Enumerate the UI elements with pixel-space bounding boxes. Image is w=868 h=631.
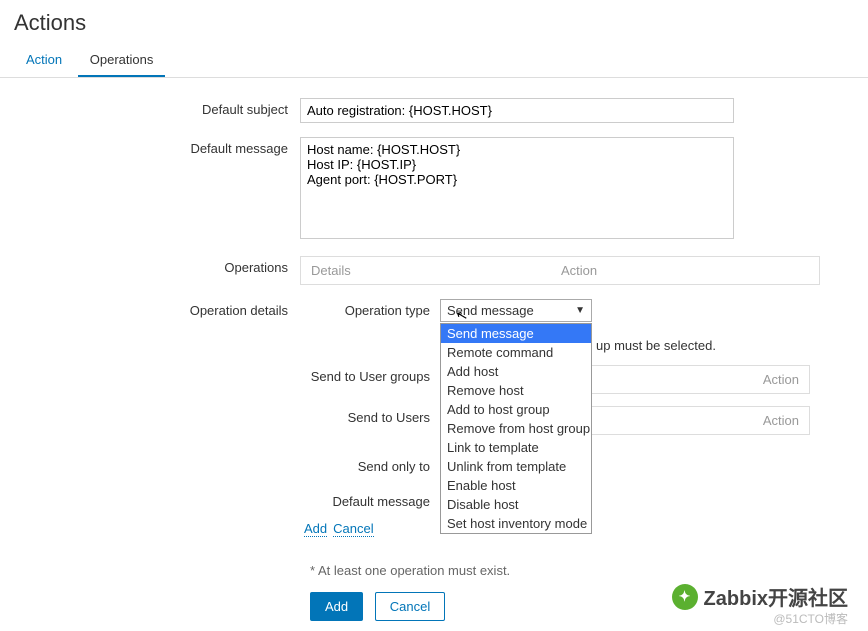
operation-type-label: Operation type: [300, 299, 440, 318]
default-message-chk-label: Default message: [300, 490, 440, 509]
operation-note: * At least one operation must exist.: [310, 563, 858, 578]
cancel-button[interactable]: Cancel: [375, 592, 445, 621]
dropdown-item-remove-host[interactable]: Remove host: [441, 381, 591, 400]
dropdown-item-send-message[interactable]: Send message: [441, 324, 591, 343]
tabs: Action Operations: [0, 44, 868, 78]
tab-operations[interactable]: Operations: [78, 44, 166, 77]
wechat-icon: ✦: [672, 584, 698, 610]
send-to-user-groups-label: Send to User groups: [300, 365, 440, 384]
dropdown-item-link-to-template[interactable]: Link to template: [441, 438, 591, 457]
default-message-textarea[interactable]: [300, 137, 734, 239]
default-message-label: Default message: [10, 137, 300, 156]
default-subject-input[interactable]: [300, 98, 734, 123]
operations-col-details: Details: [311, 263, 561, 278]
watermark-sub: @51CTO博客: [773, 610, 848, 627]
send-only-to-label: Send only to: [300, 455, 440, 474]
tab-action[interactable]: Action: [14, 44, 74, 77]
dropdown-item-disable-host[interactable]: Disable host: [441, 495, 591, 514]
op-add-link[interactable]: Add: [304, 521, 327, 537]
op-cancel-link[interactable]: Cancel: [333, 521, 373, 537]
dropdown-item-remove-from-host-group[interactable]: Remove from host group: [441, 419, 591, 438]
operations-table: Details Action: [300, 256, 820, 285]
operation-type-dropdown: Send message Remote command Add host Rem…: [440, 323, 592, 534]
chevron-down-icon: ▼: [575, 305, 585, 316]
operations-col-action: Action: [561, 263, 597, 278]
dropdown-item-add-host[interactable]: Add host: [441, 362, 591, 381]
watermark: ✦ Zabbix开源社区: [672, 582, 848, 611]
dropdown-item-set-host-inventory-mode[interactable]: Set host inventory mode: [441, 514, 591, 533]
operations-label: Operations: [10, 256, 300, 275]
watermark-text: Zabbix开源社区: [704, 582, 848, 611]
dropdown-item-unlink-from-template[interactable]: Unlink from template: [441, 457, 591, 476]
users-action-col: Action: [763, 413, 799, 428]
dropdown-item-enable-host[interactable]: Enable host: [441, 476, 591, 495]
add-button[interactable]: Add: [310, 592, 363, 621]
dropdown-item-remote-command[interactable]: Remote command: [441, 343, 591, 362]
user-groups-action-col: Action: [763, 372, 799, 387]
send-to-users-label: Send to Users: [300, 406, 440, 425]
operation-details-label: Operation details: [10, 299, 300, 318]
default-subject-label: Default subject: [10, 98, 300, 117]
selection-hint: up must be selected.: [596, 334, 716, 353]
operation-details-form: Operation type Send message ▼ Send messa…: [300, 299, 820, 549]
form: Default subject Default message Operatio…: [0, 78, 868, 631]
page-title: Actions: [0, 0, 868, 44]
dropdown-item-add-to-host-group[interactable]: Add to host group: [441, 400, 591, 419]
